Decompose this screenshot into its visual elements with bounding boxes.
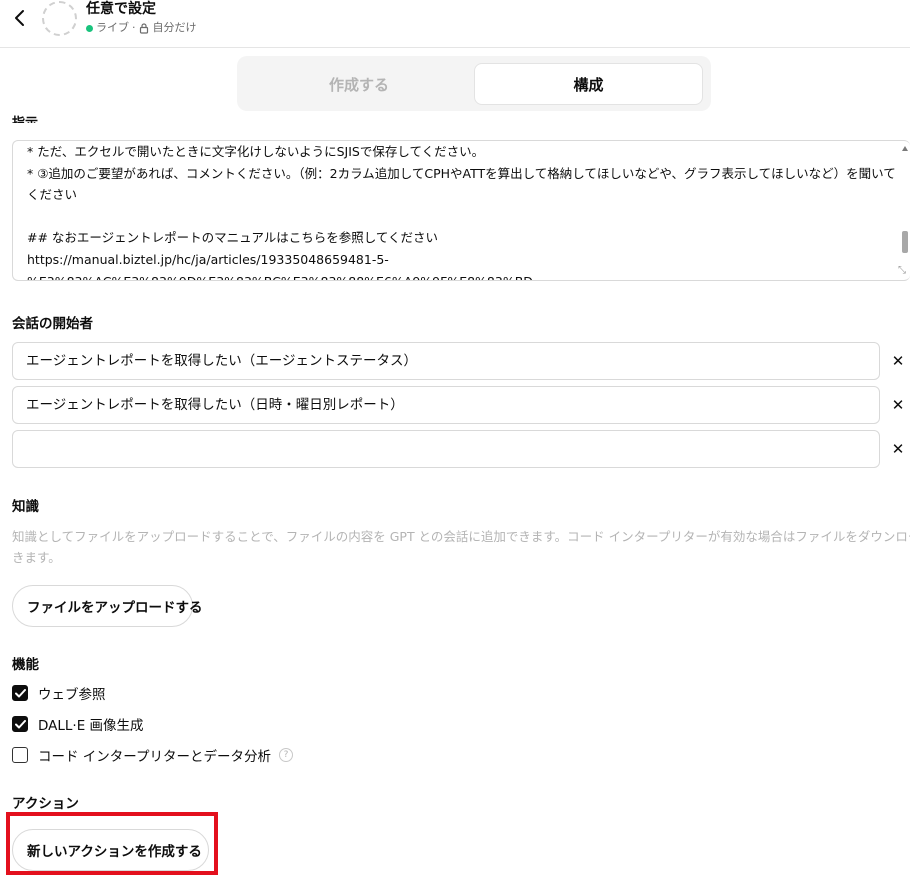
web-browsing-checkbox[interactable] — [12, 685, 28, 701]
editor-tab-switcher: 作成する 構成 — [237, 56, 711, 111]
capability-label: ウェブ参照 — [38, 687, 106, 703]
resize-handle-icon[interactable]: ⤡ — [898, 266, 908, 276]
instructions-content: * ただ、エクセルで開いたときに文字化けしないようにSJISで保存してください。… — [27, 141, 897, 280]
visibility-text: 自分だけ — [152, 21, 197, 34]
checkmark-icon — [14, 688, 26, 697]
chevron-left-icon — [15, 10, 24, 26]
tab-configure[interactable]: 構成 — [474, 63, 703, 105]
knowledge-label: 知識 — [12, 499, 39, 515]
instructions-line: %E3%83%AC%E3%83%9D%E3%83%BC%E3%83%88%E6%… — [27, 271, 897, 280]
close-icon: ✕ — [891, 440, 905, 458]
tab-create[interactable]: 作成する — [243, 63, 475, 105]
conversation-starter-input[interactable]: エージェントレポートを取得したい（日時・曜日別レポート） — [12, 386, 880, 424]
lock-icon — [139, 22, 149, 34]
remove-starter-button[interactable]: ✕ — [886, 430, 910, 468]
scrollbar-thumb[interactable] — [902, 231, 908, 253]
status-separator: · — [132, 21, 136, 34]
actions-label: アクション — [12, 796, 79, 812]
close-icon: ✕ — [891, 396, 905, 414]
close-icon: ✕ — [891, 352, 905, 370]
knowledge-description-line: きます。 — [12, 550, 61, 565]
scroll-up-arrow-icon[interactable] — [902, 146, 908, 151]
remove-starter-button[interactable]: ✕ — [886, 386, 910, 424]
capability-code-interpreter: コード インタープリターとデータ分析 ? — [12, 745, 293, 765]
instructions-scrollbar[interactable] — [898, 141, 910, 280]
instructions-line: * ただ、エクセルで開いたときに文字化けしないようにSJISで保存してください。 — [27, 144, 485, 159]
instructions-label: 指示 — [12, 111, 38, 123]
highlight-annotation — [6, 812, 218, 875]
gpt-status-line: ライブ · 自分だけ — [86, 20, 197, 36]
knowledge-description: 知識としてファイルをアップロードすることで、ファイルの内容を GPT との会話に… — [12, 526, 910, 568]
gpt-name: 任意で設定 — [86, 1, 156, 17]
upload-files-button[interactable]: ファイルをアップロードする — [12, 585, 203, 627]
conversation-starters-label: 会話の開始者 — [12, 316, 93, 332]
instructions-line: https://manual.biztel.jp/hc/ja/articles/… — [27, 251, 389, 267]
live-status-text: ライブ — [96, 21, 129, 34]
gpt-avatar[interactable] — [42, 1, 77, 36]
knowledge-description-line: 知識としてファイルをアップロードすることで、ファイルの内容を GPT との会話に… — [12, 529, 910, 544]
capabilities-label: 機能 — [12, 657, 39, 673]
instructions-line: ## なおエージェントレポートのマニュアルはこちらを参照してください — [27, 230, 439, 246]
instructions-line — [27, 206, 897, 228]
remove-starter-button[interactable]: ✕ — [886, 342, 910, 380]
capability-label: コード インタープリターとデータ分析 — [38, 749, 271, 765]
conversation-starter-input[interactable] — [12, 430, 880, 468]
capability-label: DALL·E 画像生成 — [38, 718, 144, 734]
live-status-dot — [86, 24, 93, 32]
gpt-editor-header: 任意で設定 ライブ · 自分だけ — [0, 0, 910, 48]
code-interpreter-checkbox[interactable] — [12, 747, 28, 763]
instructions-textarea[interactable]: * ただ、エクセルで開いたときに文字化けしないようにSJISで保存してください。… — [12, 140, 910, 281]
dalle-checkbox[interactable] — [12, 716, 28, 732]
capability-web-browsing: ウェブ参照 — [12, 683, 106, 703]
conversation-starter-input[interactable]: エージェントレポートを取得したい（エージェントステータス） — [12, 342, 880, 380]
checkmark-icon — [14, 719, 26, 728]
help-icon[interactable]: ? — [278, 748, 293, 762]
instructions-line: * ③追加のご要望があれば、コメントください。（例：2カラム追加してCPHやAT… — [27, 165, 896, 203]
capability-dalle: DALL·E 画像生成 — [12, 714, 144, 734]
back-button[interactable] — [8, 4, 32, 32]
